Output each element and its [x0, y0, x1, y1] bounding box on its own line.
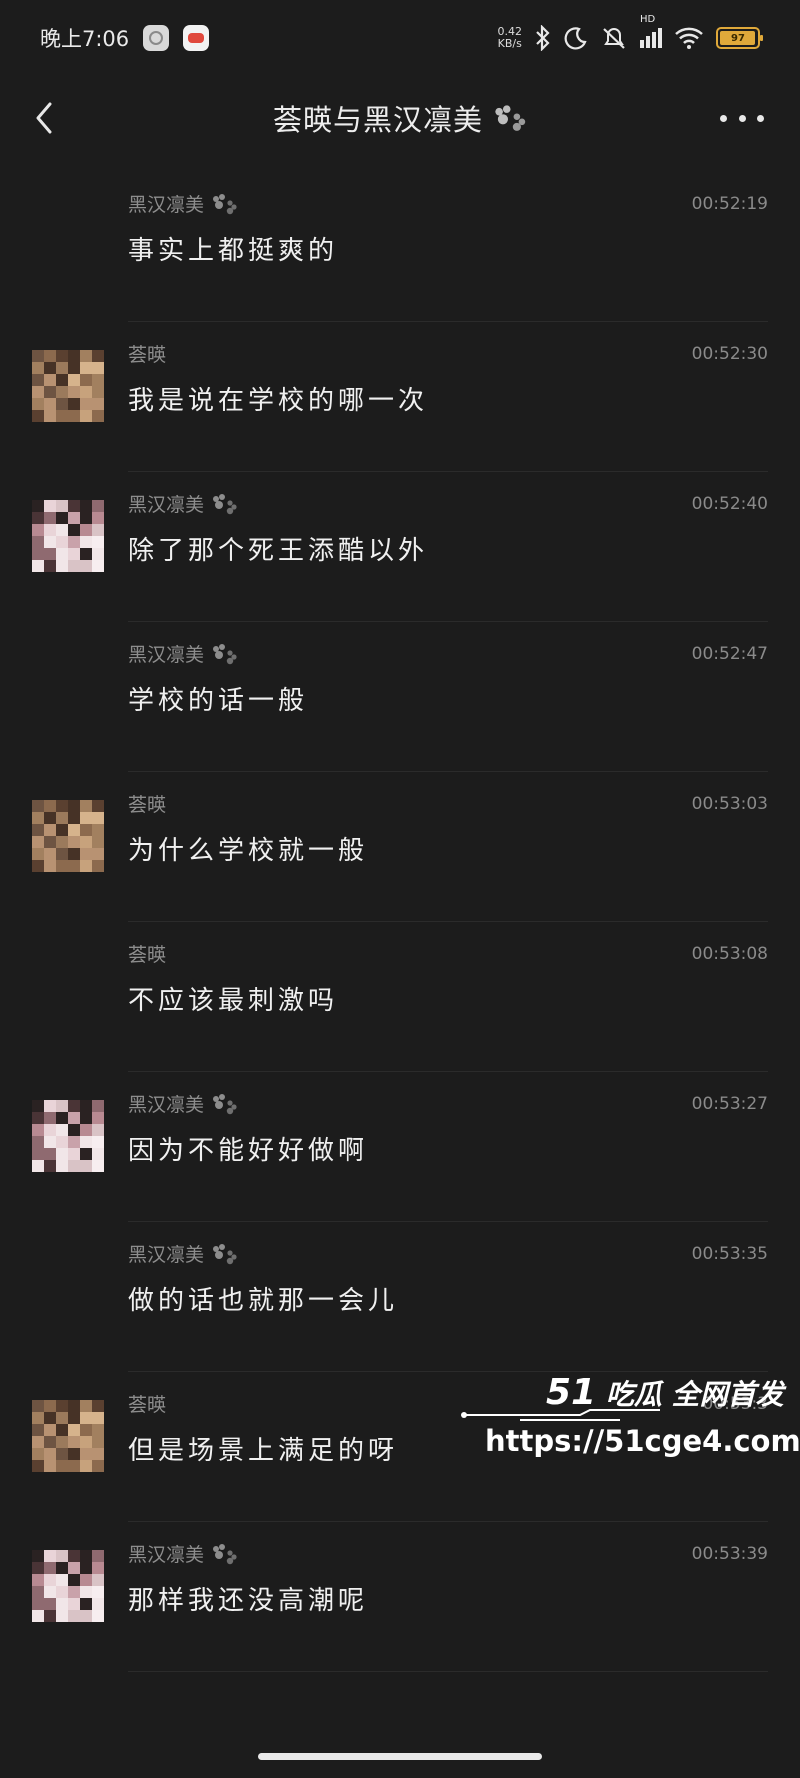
status-bar: 晚上7:06 0.42 KB/s HD 97 [0, 0, 800, 76]
network-speed: 0.42 KB/s [498, 26, 523, 50]
signal-label: HD [640, 14, 656, 25]
paw-icon [213, 1543, 237, 1564]
paw-icon [213, 193, 237, 214]
notification-app-icon [143, 25, 170, 51]
avatar[interactable] [32, 1550, 104, 1622]
message-sender-name: 荟暎 [128, 1394, 167, 1416]
watermark-brand-number: 51 [546, 1372, 597, 1413]
message-timestamp: 00:53:35 [691, 1244, 768, 1264]
message-timestamp: 00:52:47 [691, 644, 768, 664]
message-text: 除了那个死王添酷以外 [128, 536, 429, 566]
message-sender-name: 黑汉凛美 [128, 1544, 205, 1566]
paw-icon [213, 1243, 237, 1264]
message-sender-name: 黑汉凛美 [128, 644, 205, 666]
message-sender-name: 黑汉凛美 [128, 494, 205, 516]
message-text: 为什么学校就一般 [128, 836, 369, 866]
message-timestamp: 00:52:40 [691, 494, 768, 514]
more-dot-icon [757, 114, 764, 122]
back-button[interactable] [26, 98, 66, 138]
avatar[interactable] [32, 800, 104, 872]
more-options-button[interactable] [720, 106, 764, 130]
watermark-url: https://51cge4.com [485, 1424, 800, 1458]
message-sender: 荟暎 [128, 1390, 166, 1417]
more-dot-icon [720, 114, 727, 122]
avatar[interactable] [32, 1100, 104, 1172]
message-item[interactable]: 荟暎 00:52:30 我是说在学校的哪一次 [0, 322, 800, 472]
avatar[interactable] [32, 350, 104, 422]
message-sender: 黑汉凛美 [128, 490, 238, 517]
mute-bell-icon [603, 28, 625, 49]
message-item[interactable]: 黑汉凛美 00:53:39 那样我还没高潮呢 [0, 1522, 800, 1672]
message-timestamp: 00:53:27 [691, 1094, 768, 1114]
message-item[interactable]: 黑汉凛美 00:53:35 做的话也就那一会儿 [0, 1222, 800, 1372]
message-sender: 黑汉凛美 [128, 1090, 238, 1117]
message-sender-name: 黑汉凛美 [128, 1244, 205, 1266]
message-text: 学校的话一般 [128, 686, 309, 716]
message-sender-name: 荟暎 [128, 344, 167, 366]
message-text: 那样我还没高潮呢 [128, 1586, 369, 1616]
message-timestamp: 00:53:08 [691, 944, 768, 964]
message-timestamp: 00:53:03 [691, 794, 768, 814]
message-item[interactable]: 黑汉凛美 00:52:47 学校的话一般 [0, 622, 800, 772]
paw-icon [213, 1093, 237, 1114]
message-sender-name: 荟暎 [128, 794, 167, 816]
message-sender: 黑汉凛美 [128, 1240, 238, 1267]
chevron-left-icon [36, 102, 52, 134]
message-item[interactable]: 荟暎 00:53:03 为什么学校就一般 [0, 772, 800, 922]
message-text: 事实上都挺爽的 [128, 236, 339, 266]
battery-level: 97 [731, 32, 745, 44]
user-avatar-icon [32, 800, 104, 872]
message-sender: 黑汉凛美 [128, 190, 238, 217]
paw-icon [495, 105, 526, 131]
home-indicator[interactable] [258, 1753, 542, 1760]
network-speed-unit: KB/s [497, 37, 522, 50]
moon-icon [564, 27, 587, 50]
message-sender: 黑汉凛美 [128, 1540, 238, 1567]
message-sender: 荟暎 [128, 340, 166, 367]
page-title-text: 荟暎与黑汉凛美 [272, 103, 483, 137]
message-text: 我是说在学校的哪一次 [128, 386, 429, 416]
notification-app-icon-red [183, 25, 210, 51]
message-text: 做的话也就那一会儿 [128, 1286, 399, 1316]
user-avatar-icon [32, 1550, 104, 1622]
watermark: 51 吃瓜 全网首发 https://51cge4.com [460, 1372, 800, 1472]
user-avatar-icon [32, 1400, 104, 1472]
message-sender: 荟暎 [128, 790, 166, 817]
avatar[interactable] [32, 1400, 104, 1472]
paw-icon [213, 493, 237, 514]
message-timestamp: 00:52:19 [691, 194, 768, 214]
message-text: 因为不能好好做啊 [128, 1136, 369, 1166]
chat-header: 荟暎与黑汉凛美 [0, 76, 800, 160]
status-right: 0.42 KB/s HD 97 [498, 14, 763, 51]
page-title: 荟暎与黑汉凛美 [273, 97, 527, 139]
status-left: 晚上7:06 [40, 23, 210, 53]
message-timestamp: 00:52:30 [691, 344, 768, 364]
signal-strength: HD [640, 14, 662, 48]
message-timestamp: 00:53:39 [691, 1544, 768, 1564]
status-time: 晚上7:06 [40, 27, 130, 51]
message-item[interactable]: 黑汉凛美 00:53:27 因为不能好好做啊 [0, 1072, 800, 1222]
message-sender: 黑汉凛美 [128, 640, 238, 667]
message-text: 但是场景上满足的呀 [128, 1436, 399, 1466]
message-divider [128, 1671, 768, 1672]
more-dot-icon [738, 114, 746, 122]
message-text: 不应该最刺激吗 [128, 986, 339, 1016]
message-sender-name: 荟暎 [128, 944, 167, 966]
message-item[interactable]: 黑汉凛美 00:52:40 除了那个死王添酷以外 [0, 472, 800, 622]
battery-icon: 97 [716, 27, 763, 49]
bluetooth-icon [536, 25, 550, 51]
user-avatar-icon [32, 500, 104, 572]
wifi-icon [675, 27, 703, 49]
avatar[interactable] [32, 500, 104, 572]
message-sender: 荟暎 [128, 940, 166, 967]
message-sender-name: 黑汉凛美 [128, 194, 205, 216]
message-item[interactable]: 黑汉凛美 00:52:19 事实上都挺爽的 [0, 172, 800, 322]
user-avatar-icon [32, 350, 104, 422]
watermark-brand-text: 吃瓜 全网首发 [605, 1378, 784, 1411]
watermark-brand: 51 吃瓜 全网首发 [546, 1372, 784, 1413]
user-avatar-icon [32, 1100, 104, 1172]
message-item[interactable]: 荟暎 00:53:08 不应该最刺激吗 [0, 922, 800, 1072]
paw-icon [213, 643, 237, 664]
message-sender-name: 黑汉凛美 [128, 1094, 205, 1116]
